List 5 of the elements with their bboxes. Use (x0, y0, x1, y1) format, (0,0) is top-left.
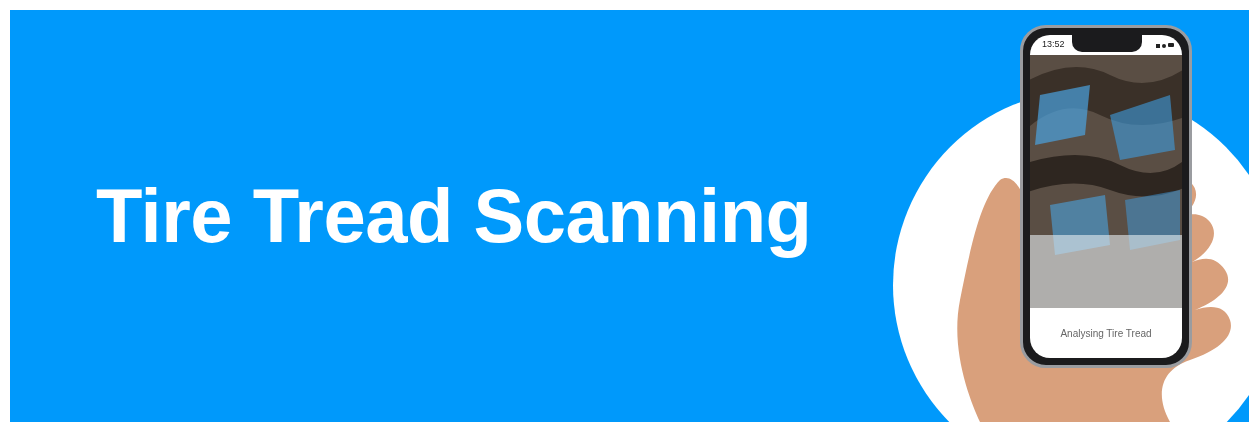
status-icons-icon (1156, 42, 1174, 48)
status-time: 13:52 (1042, 38, 1065, 52)
status-caption: Analysing Tire Tread (1059, 326, 1153, 341)
banner-title: Tire Tread Scanning (96, 172, 812, 261)
phone-notch (1072, 35, 1142, 52)
